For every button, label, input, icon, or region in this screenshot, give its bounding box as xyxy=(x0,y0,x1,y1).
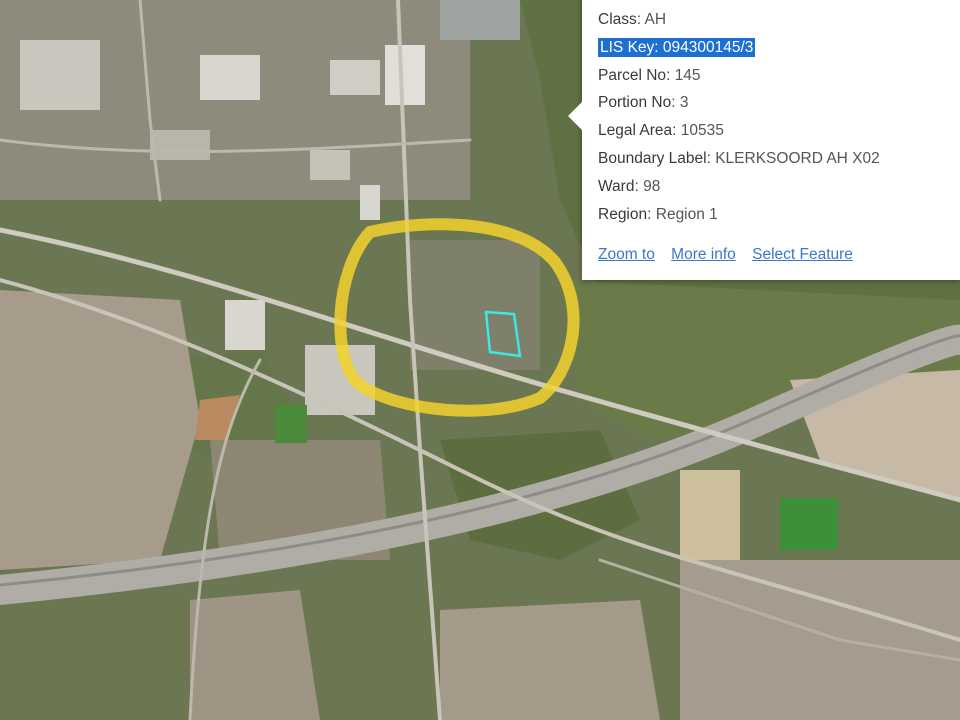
attribute-name: Parcel No xyxy=(598,66,667,84)
attribute-value: Region 1 xyxy=(655,205,718,223)
attribute-name: LIS Key xyxy=(600,38,655,56)
attribute-parcel-no: Parcel No: 145 xyxy=(598,66,701,84)
popup-actions: Zoom to More info Select Feature xyxy=(598,246,865,264)
attribute-legal-area: Legal Area: 10535 xyxy=(598,122,724,140)
attribute-name: Ward xyxy=(598,177,635,195)
attribute-value: KLERKSOORD AH X02 xyxy=(715,149,880,167)
attribute-ward: Ward: 98 xyxy=(598,177,661,195)
attribute-lis-key[interactable]: LIS Key: 094300145/3 xyxy=(598,34,880,62)
attribute-name: Region xyxy=(598,205,648,223)
attribute-value: AH xyxy=(644,11,667,28)
attribute-value: 10535 xyxy=(680,122,724,140)
select-feature-link[interactable]: Select Feature xyxy=(752,246,853,263)
popup-pointer xyxy=(568,102,582,130)
attribute-name: Legal Area xyxy=(598,122,673,140)
attribute-name: Boundary Label xyxy=(598,149,707,167)
attribute-boundary-label: Boundary Label: KLERKSOORD AH X02 xyxy=(598,149,880,167)
attribute-class: Class: AH xyxy=(598,11,667,28)
attribute-value: 98 xyxy=(643,177,661,195)
feature-popup: Class: AH LIS Key: 094300145/3 Parcel No… xyxy=(568,0,960,280)
attribute-name: Class xyxy=(598,11,637,28)
attribute-value: 3 xyxy=(679,94,689,112)
zoom-to-link[interactable]: Zoom to xyxy=(598,246,655,263)
attribute-value: 094300145/3 xyxy=(662,38,754,56)
attribute-value: 145 xyxy=(674,66,701,84)
attribute-portion-no: Portion No: 3 xyxy=(598,94,689,112)
attribute-region: Region: Region 1 xyxy=(598,205,718,223)
attribute-list: Class: AH LIS Key: 094300145/3 Parcel No… xyxy=(598,6,880,228)
more-info-link[interactable]: More info xyxy=(671,246,736,263)
text-selection-highlight[interactable]: LIS Key: 094300145/3 xyxy=(598,37,756,57)
attribute-name: Portion No xyxy=(598,94,672,112)
